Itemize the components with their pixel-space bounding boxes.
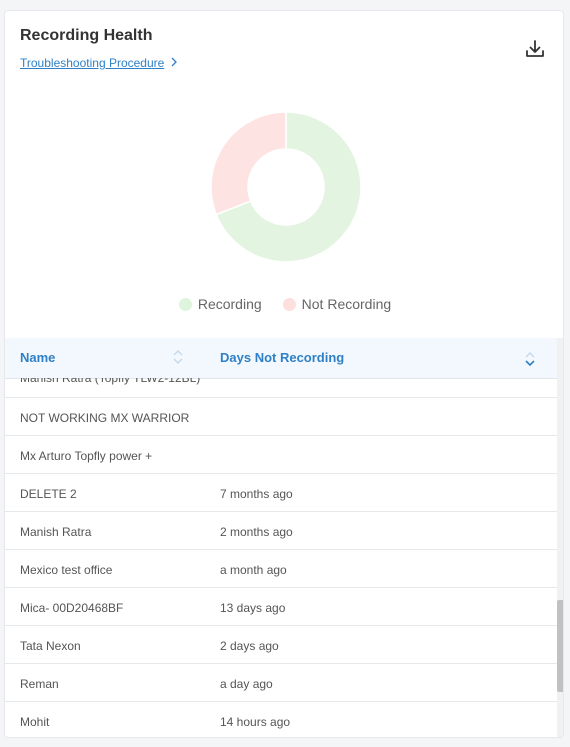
legend-label: Not Recording <box>301 296 392 312</box>
row-days-not-recording: 13 days ago <box>220 601 286 615</box>
recording-health-card: Recording Health Troubleshooting Procedu… <box>4 10 564 738</box>
table-row[interactable]: Mexico test office a month ago <box>5 550 557 588</box>
legend-item-recording[interactable]: Recording <box>178 296 262 312</box>
row-name: Mx Arturo Topfly power + <box>20 449 153 463</box>
download-icon[interactable] <box>524 38 546 60</box>
legend-dot-icon <box>282 297 296 311</box>
table-row[interactable]: NOT WORKING MX WARRIOR <box>5 398 557 436</box>
legend-dot-icon <box>178 297 192 311</box>
row-days-not-recording: a day ago <box>220 677 273 691</box>
troubleshooting-link[interactable]: Troubleshooting Procedure <box>20 56 178 70</box>
donut-slice-not-recording[interactable] <box>210 111 287 216</box>
table-row[interactable]: Mica- 00D20468BF 13 days ago <box>5 588 557 626</box>
row-name: Mexico test office <box>20 563 113 577</box>
row-name: Manish Ratra (Topfly TLW2-12BL) <box>20 378 201 385</box>
row-days-not-recording: 2 months ago <box>220 525 293 539</box>
table-scrollbar[interactable] <box>557 338 563 737</box>
recording-donut-chart <box>210 111 362 263</box>
table-body[interactable]: Manish Ratra (Topfly TLW2-12BL) NOT WORKI… <box>5 378 557 737</box>
row-days-not-recording: 7 months ago <box>220 487 293 501</box>
table-row[interactable]: Reman a day ago <box>5 664 557 702</box>
row-name: Mohit <box>20 715 50 729</box>
row-name: Mica- 00D20468BF <box>20 601 124 615</box>
chevron-right-icon <box>170 56 178 70</box>
legend-item-not-recording[interactable]: Not Recording <box>282 296 392 312</box>
table-row[interactable]: Manish Ratra (Topfly TLW2-12BL) <box>5 378 557 398</box>
row-name: Manish Ratra <box>20 525 92 539</box>
row-name: NOT WORKING MX WARRIOR <box>20 411 190 425</box>
row-name: Tata Nexon <box>20 639 81 653</box>
table-row[interactable]: Mohit 14 hours ago <box>5 702 557 737</box>
legend-label: Recording <box>197 296 262 312</box>
sort-desc-icon[interactable] <box>524 350 536 373</box>
row-name: DELETE 2 <box>20 487 77 501</box>
table-row[interactable]: DELETE 2 7 months ago <box>5 474 557 512</box>
table-row[interactable]: Manish Ratra 2 months ago <box>5 512 557 550</box>
sort-icon[interactable] <box>172 348 184 371</box>
scrollbar-thumb[interactable] <box>557 600 563 692</box>
table-row[interactable]: Mx Arturo Topfly power + <box>5 436 557 474</box>
column-header-name[interactable]: Name <box>20 350 55 365</box>
row-days-not-recording: a month ago <box>220 563 287 577</box>
row-days-not-recording: 14 hours ago <box>220 715 291 729</box>
row-days-not-recording: 2 days ago <box>220 639 279 653</box>
card-title: Recording Health <box>20 27 153 44</box>
table-header: Name Days Not Recording <box>5 338 563 379</box>
column-header-days[interactable]: Days Not Recording <box>220 350 344 365</box>
troubleshooting-link-label: Troubleshooting Procedure <box>20 56 165 70</box>
row-name: Reman <box>20 677 59 691</box>
table-row[interactable]: Tata Nexon 2 days ago <box>5 626 557 664</box>
chart-legend: Recording Not Recording <box>5 296 563 312</box>
